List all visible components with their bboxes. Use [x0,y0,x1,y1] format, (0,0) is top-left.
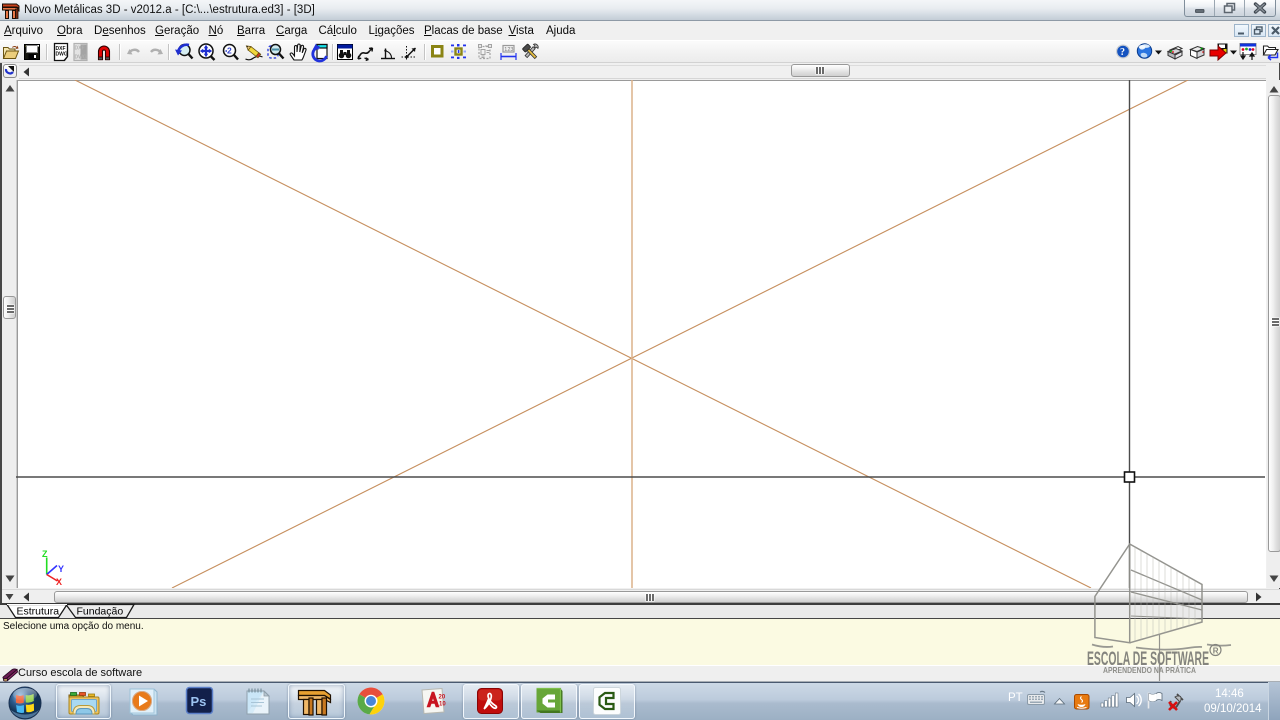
svg-text:20: 20 [439,695,446,701]
svg-text:DXF: DXF [75,46,85,52]
svg-text:10: 10 [439,702,446,708]
svg-text:Ps: Ps [191,694,207,709]
svg-text:?: ? [1120,47,1125,58]
svg-text:Fundação: Fundação [77,606,124,618]
svg-text:2: 2 [227,46,232,56]
svg-text:X: X [56,577,62,587]
svg-text:APRENDENDO NA PRÁTICA: APRENDENDO NA PRÁTICA [1103,665,1196,675]
svg-text:DWG: DWG [75,55,87,61]
svg-text:Y: Y [58,564,64,574]
svg-text:123: 123 [504,47,513,53]
svg-text:R: R [1213,647,1219,656]
svg-text:Z: Z [42,549,48,559]
svg-text:Estrutura: Estrutura [17,606,60,618]
svg-text:DWG: DWG [56,52,68,58]
